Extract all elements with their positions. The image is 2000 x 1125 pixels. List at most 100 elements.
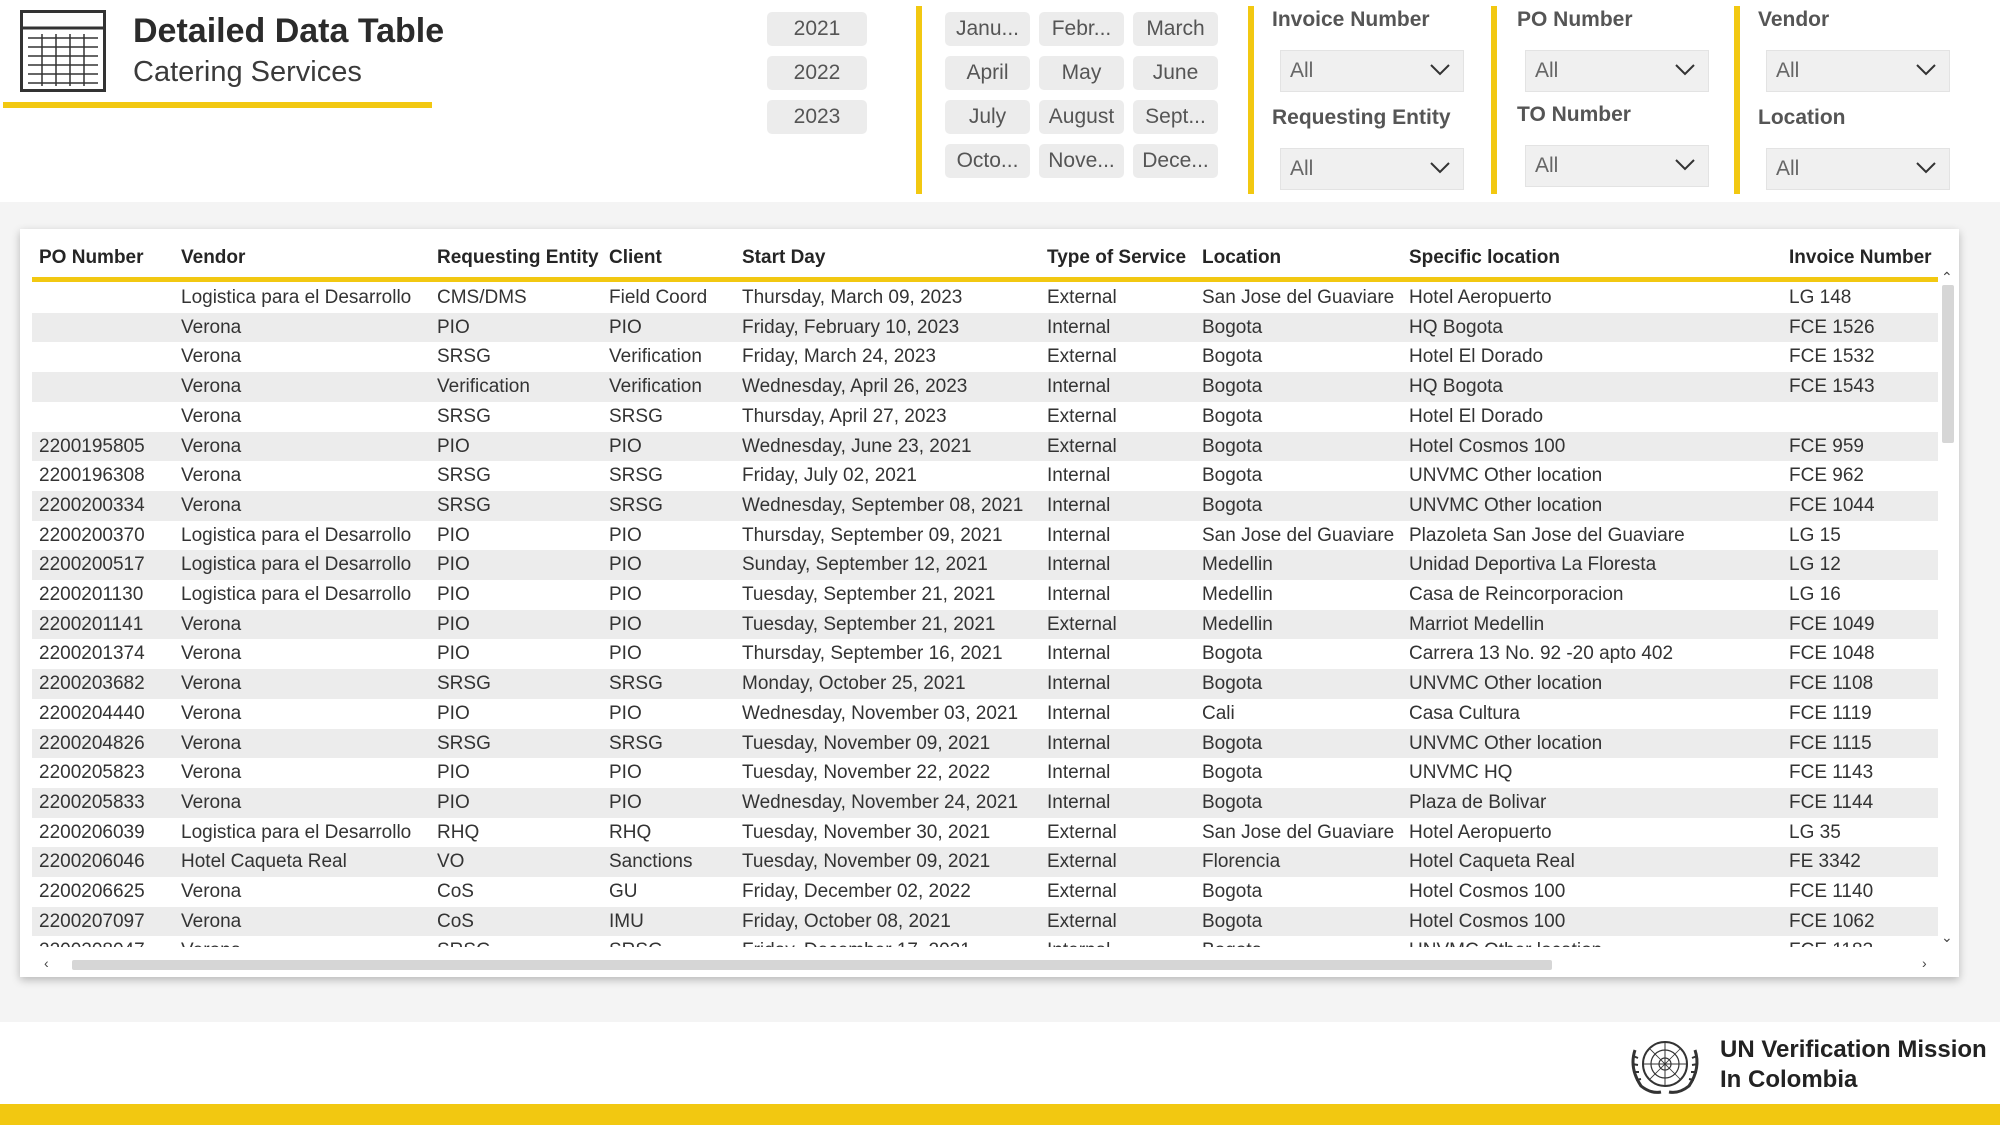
invoice-number-cell: LG 148 (1789, 287, 1852, 308)
year-button-2021[interactable]: 2021 (767, 12, 867, 46)
month-button-april[interactable]: April (945, 56, 1030, 90)
po-number-cell: 2200201141 (39, 613, 144, 635)
month-button-may[interactable]: May (1039, 56, 1124, 90)
table-row[interactable]: 2200205823 Verona PIO PIO Tuesday, November … (32, 758, 1938, 788)
vertical-scrollbar[interactable]: ⌃ ⌄ (1938, 269, 1956, 949)
column-header-vendor[interactable]: Vendor (181, 239, 245, 277)
column-header-requesting-entity[interactable]: Requesting Entity (437, 239, 599, 277)
table-row[interactable]: Verona Verification Verification Wednesday,… (32, 372, 1938, 402)
table-row[interactable]: 2200200334 Verona SRSG SRSG Wednesday, Septe… (32, 490, 1938, 521)
start-day-cell: Friday, July 02, 2021 (742, 465, 917, 487)
scroll-left-arrow-icon[interactable]: ‹ (44, 955, 49, 971)
specific-location-cell: UNVMC Other location (1409, 465, 1603, 487)
table-row[interactable]: Verona SRSG Verification Friday, March 24, … (32, 342, 1938, 372)
to-number-dropdown[interactable]: All (1525, 145, 1709, 187)
table-row[interactable]: 2200206046 Hotel Caqueta Real VO Sanctions T… (32, 847, 1938, 877)
specific-location-cell: Hotel Cosmos 100 (1409, 910, 1566, 932)
invoice-number-dropdown[interactable]: All (1280, 50, 1464, 92)
column-header-location[interactable]: Location (1202, 239, 1281, 277)
scroll-up-arrow-icon[interactable]: ⌃ (1941, 269, 1953, 286)
requesting-entity-dropdown[interactable]: All (1280, 148, 1464, 190)
type-of-service-cell: Internal (1047, 791, 1111, 813)
column-header-client[interactable]: Client (609, 239, 662, 277)
month-button-july[interactable]: July (945, 100, 1030, 134)
requesting-entity-cell: VO (437, 851, 465, 873)
month-button-march[interactable]: March (1133, 12, 1218, 46)
vertical-scroll-thumb[interactable] (1942, 285, 1954, 443)
start-day-cell: Thursday, September 09, 2021 (742, 524, 1003, 546)
month-button-august[interactable]: August (1039, 100, 1124, 134)
vendor-cell: Hotel Caqueta Real (181, 851, 347, 873)
table-row[interactable]: 2200204440 Verona PIO PIO Wednesday, Novembe… (32, 699, 1938, 729)
location-dropdown[interactable]: All (1766, 148, 1950, 190)
month-button-january[interactable]: Janu... (945, 12, 1030, 46)
table-row[interactable]: 2200207097 Verona CoS IMU Friday, October 08… (32, 906, 1938, 937)
invoice-number-cell: FCE 1144 (1789, 791, 1874, 813)
month-button-october[interactable]: Octo... (945, 144, 1030, 178)
dropdown-value: All (1776, 59, 1800, 82)
table-row[interactable]: Verona SRSG SRSG Thursday, April 27, 2023 Ex… (32, 402, 1938, 432)
header-accent-line (32, 277, 1938, 282)
specific-location-cell: UNVMC Other location (1409, 936, 1602, 947)
column-header-invoice-number[interactable]: Invoice Number (1789, 239, 1932, 277)
location-cell: Bogota (1202, 881, 1263, 902)
location-cell: Bogota (1202, 376, 1263, 398)
month-button-november[interactable]: Nove... (1039, 144, 1124, 178)
column-header-type-of-service[interactable]: Type of Service (1047, 239, 1186, 277)
location-cell: Medellin (1202, 584, 1273, 605)
divider-bar (1491, 6, 1497, 194)
table-row[interactable]: 2200201130 Logistica para el Desarrollo PI… (32, 580, 1938, 610)
year-button-2023[interactable]: 2023 (767, 100, 867, 134)
year-button-2022[interactable]: 2022 (767, 56, 867, 90)
requesting-entity-cell: PIO (437, 762, 470, 784)
vendor-cell: Verona (181, 673, 242, 695)
table-row[interactable]: 2200196308 Verona SRSG SRSG Friday, July 02,… (32, 461, 1938, 491)
table-row[interactable]: 2200201141 Verona PIO PIO Tuesday, September… (32, 609, 1938, 640)
data-table-card: PO Number Vendor Requesting Entity Clien… (20, 229, 1959, 977)
scroll-down-arrow-icon[interactable]: ⌄ (1941, 929, 1953, 946)
type-of-service-cell: Internal (1047, 524, 1111, 546)
table-row[interactable]: 2200206039 Logistica para el Desarrollo RH… (32, 818, 1938, 848)
vendor-cell: Verona (181, 405, 242, 427)
start-day-cell: Monday, October 25, 2021 (742, 673, 966, 695)
column-header-start-day[interactable]: Start Day (742, 239, 825, 277)
specific-location-cell: Unidad Deportiva La Floresta (1409, 554, 1657, 576)
horizontal-scroll-thumb[interactable] (72, 960, 1552, 970)
table-row[interactable]: 2200208047 Verona SRSG SRSG Friday, December… (32, 936, 1938, 947)
table-row[interactable]: Logistica para el Desarrollo CMS/DMS Field… (32, 283, 1938, 313)
month-button-june[interactable]: June (1133, 56, 1218, 90)
month-button-february[interactable]: Febr... (1039, 12, 1124, 46)
month-button-september[interactable]: Sept... (1133, 100, 1218, 134)
vendor-cell: Verona (181, 732, 242, 754)
table-row[interactable]: 2200195805 Verona PIO PIO Wednesday, June 23… (32, 431, 1938, 462)
location-cell: Bogota (1202, 465, 1263, 487)
table-row[interactable]: 2200205833 Verona PIO PIO Wednesday, Novembe… (32, 787, 1938, 818)
specific-location-cell: HQ Bogota (1409, 316, 1503, 338)
po-number-cell: 2200200370 (39, 524, 145, 546)
table-row[interactable]: 2200204826 Verona SRSG SRSG Tuesday, Novembe… (32, 728, 1938, 759)
po-number-dropdown[interactable]: All (1525, 50, 1709, 92)
vendor-dropdown[interactable]: All (1766, 50, 1950, 92)
page-subtitle: Catering Services (133, 56, 362, 88)
divider-bar (1734, 6, 1740, 194)
divider-bar (1248, 6, 1254, 194)
invoice-number-cell: FCE 1140 (1789, 881, 1874, 902)
horizontal-scrollbar[interactable]: ‹ › (32, 955, 1938, 973)
location-cell: Florencia (1202, 851, 1281, 873)
type-of-service-cell: Internal (1047, 584, 1111, 605)
client-cell: PIO (609, 584, 642, 605)
vendor-cell: Logistica para el Desarrollo (181, 821, 412, 843)
month-button-december[interactable]: Dece... (1133, 144, 1218, 178)
table-row[interactable]: 2200201374 Verona PIO PIO Thursday, Septembe… (32, 639, 1938, 669)
table-row[interactable]: Verona PIO PIO Friday, February 10, 2023 Int… (32, 312, 1938, 343)
po-number-cell: 2200195805 (39, 435, 145, 457)
type-of-service-cell: Internal (1047, 702, 1111, 724)
column-header-specific-location[interactable]: Specific location (1409, 239, 1560, 277)
table-row[interactable]: 2200203682 Verona SRSG SRSG Monday, October … (32, 669, 1938, 699)
vendor-cell: Verona (181, 613, 242, 635)
column-header-po-number[interactable]: PO Number (39, 239, 144, 277)
scroll-right-arrow-icon[interactable]: › (1922, 955, 1927, 971)
table-row[interactable]: 2200200370 Logistica para el Desarrollo PI… (32, 521, 1938, 551)
table-row[interactable]: 2200206625 Verona CoS GU Friday, December 02… (32, 877, 1938, 907)
table-row[interactable]: 2200200517 Logistica para el Desarrollo PI… (32, 550, 1938, 580)
